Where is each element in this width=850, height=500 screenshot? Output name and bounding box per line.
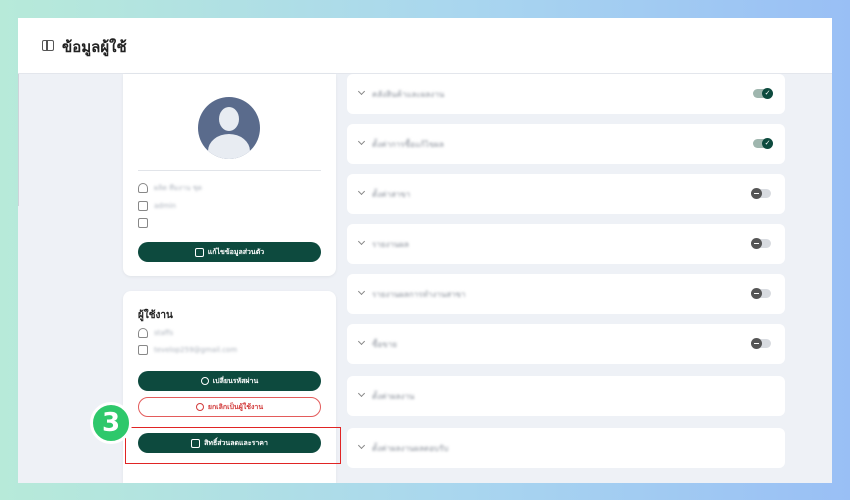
chevron-down-icon[interactable]: [357, 337, 366, 346]
profile-name: ผลิต ทีมงาน ชุด: [154, 183, 203, 192]
permission-toggle[interactable]: [751, 188, 771, 199]
permission-row[interactable]: ซื้อขาย: [347, 324, 785, 364]
permission-label: คลังสินค้าและผลงาน: [372, 90, 445, 99]
staff-email: tevelop259@gmail.com: [154, 346, 238, 354]
permission-label: ซื้อขาย: [372, 340, 397, 349]
remove-user-icon: [195, 403, 204, 411]
permission-toggle[interactable]: [751, 288, 771, 299]
change-password-label: เปลี่ยนรหัสผ่าน: [212, 376, 259, 385]
cancel-user-label: ยกเลิกเป็นผู้ใช้งาน: [207, 402, 264, 411]
permission-label: รายงานผลการทำงานสาขา: [372, 290, 466, 299]
edit-profile-label: แก้ไขข้อมูลส่วนตัว: [207, 247, 265, 256]
edit-icon: [194, 247, 204, 257]
staff-username-row: staffs: [138, 327, 173, 339]
chevron-down-icon[interactable]: [357, 187, 366, 196]
profile-extra-row: [138, 217, 154, 229]
permission-row[interactable]: รายงานผล: [347, 224, 785, 264]
permission-row[interactable]: ตั้งค่าผลงาน: [347, 376, 785, 416]
permission-row[interactable]: ตั้งค่าสาขา: [347, 174, 785, 214]
divider: [138, 170, 321, 171]
chevron-down-icon[interactable]: [357, 137, 366, 146]
permission-row[interactable]: ตั้งค่าผลงานผลตอบรับ: [347, 428, 785, 468]
chevron-down-icon[interactable]: [357, 287, 366, 296]
minus-icon: [751, 238, 762, 249]
edit-profile-button[interactable]: แก้ไขข้อมูลส่วนตัว: [138, 242, 321, 262]
permission-toggle[interactable]: [751, 338, 771, 349]
minus-icon: [751, 338, 762, 349]
staff-email-row: tevelop259@gmail.com: [138, 344, 237, 356]
permission-row[interactable]: คลังสินค้าและผลงาน ✓: [347, 74, 785, 114]
permission-label: ตั้งค่าผลงานผลตอบรับ: [372, 444, 449, 453]
permission-label: ตั้งค่าการซื้อแก้ไขผล: [372, 140, 444, 149]
chevron-down-icon[interactable]: [357, 87, 366, 96]
page-title: ข้อมูลผู้ใช้: [62, 38, 127, 56]
sidebar-edge: [18, 74, 19, 206]
staff-title: ผู้ใช้งาน: [138, 310, 173, 321]
step-badge: 3: [90, 402, 132, 444]
staff-username: staffs: [154, 329, 174, 337]
pointing-hand-icon: [138, 218, 148, 228]
check-icon: ✓: [762, 138, 773, 149]
highlight-box: [125, 427, 341, 464]
check-icon: ✓: [762, 88, 773, 99]
profile-role-row: admin: [138, 200, 176, 212]
avatar: [198, 97, 260, 159]
briefcase-icon: [138, 201, 148, 211]
cancel-user-button[interactable]: ยกเลิกเป็นผู้ใช้งาน: [138, 397, 321, 417]
chevron-down-icon[interactable]: [357, 237, 366, 246]
users-icon: [138, 328, 148, 338]
sidebar-panel-icon[interactable]: [42, 40, 54, 51]
key-icon: [200, 377, 209, 385]
mail-icon: [138, 345, 148, 355]
profile-name-row: ผลิต ทีมงาน ชุด: [138, 182, 202, 194]
minus-icon: [751, 288, 762, 299]
permission-label: ตั้งค่าผลงาน: [372, 392, 415, 401]
page-header: ข้อมูลผู้ใช้: [18, 18, 832, 74]
profile-role: admin: [154, 202, 176, 210]
permission-toggle[interactable]: ✓: [753, 138, 773, 149]
permission-toggle[interactable]: [751, 238, 771, 249]
permission-row[interactable]: ตั้งค่าการซื้อแก้ไขผล ✓: [347, 124, 785, 164]
permission-label: ตั้งค่าสาขา: [372, 190, 411, 199]
chevron-down-icon[interactable]: [357, 389, 366, 398]
minus-icon: [751, 188, 762, 199]
chevron-down-icon[interactable]: [357, 441, 366, 450]
permission-toggle[interactable]: ✓: [753, 88, 773, 99]
profile-card: ผลิต ทีมงาน ชุด admin แก้ไขข้อมูลส่วนตัว: [123, 74, 336, 276]
change-password-button[interactable]: เปลี่ยนรหัสผ่าน: [138, 371, 321, 391]
user-icon: [138, 183, 148, 193]
permission-row[interactable]: รายงานผลการทำงานสาขา: [347, 274, 785, 314]
permission-label: รายงานผล: [372, 240, 409, 249]
app-window: ข้อมูลผู้ใช้ ผลิต ทีมงาน ชุด admin แก้ไข…: [18, 18, 832, 483]
